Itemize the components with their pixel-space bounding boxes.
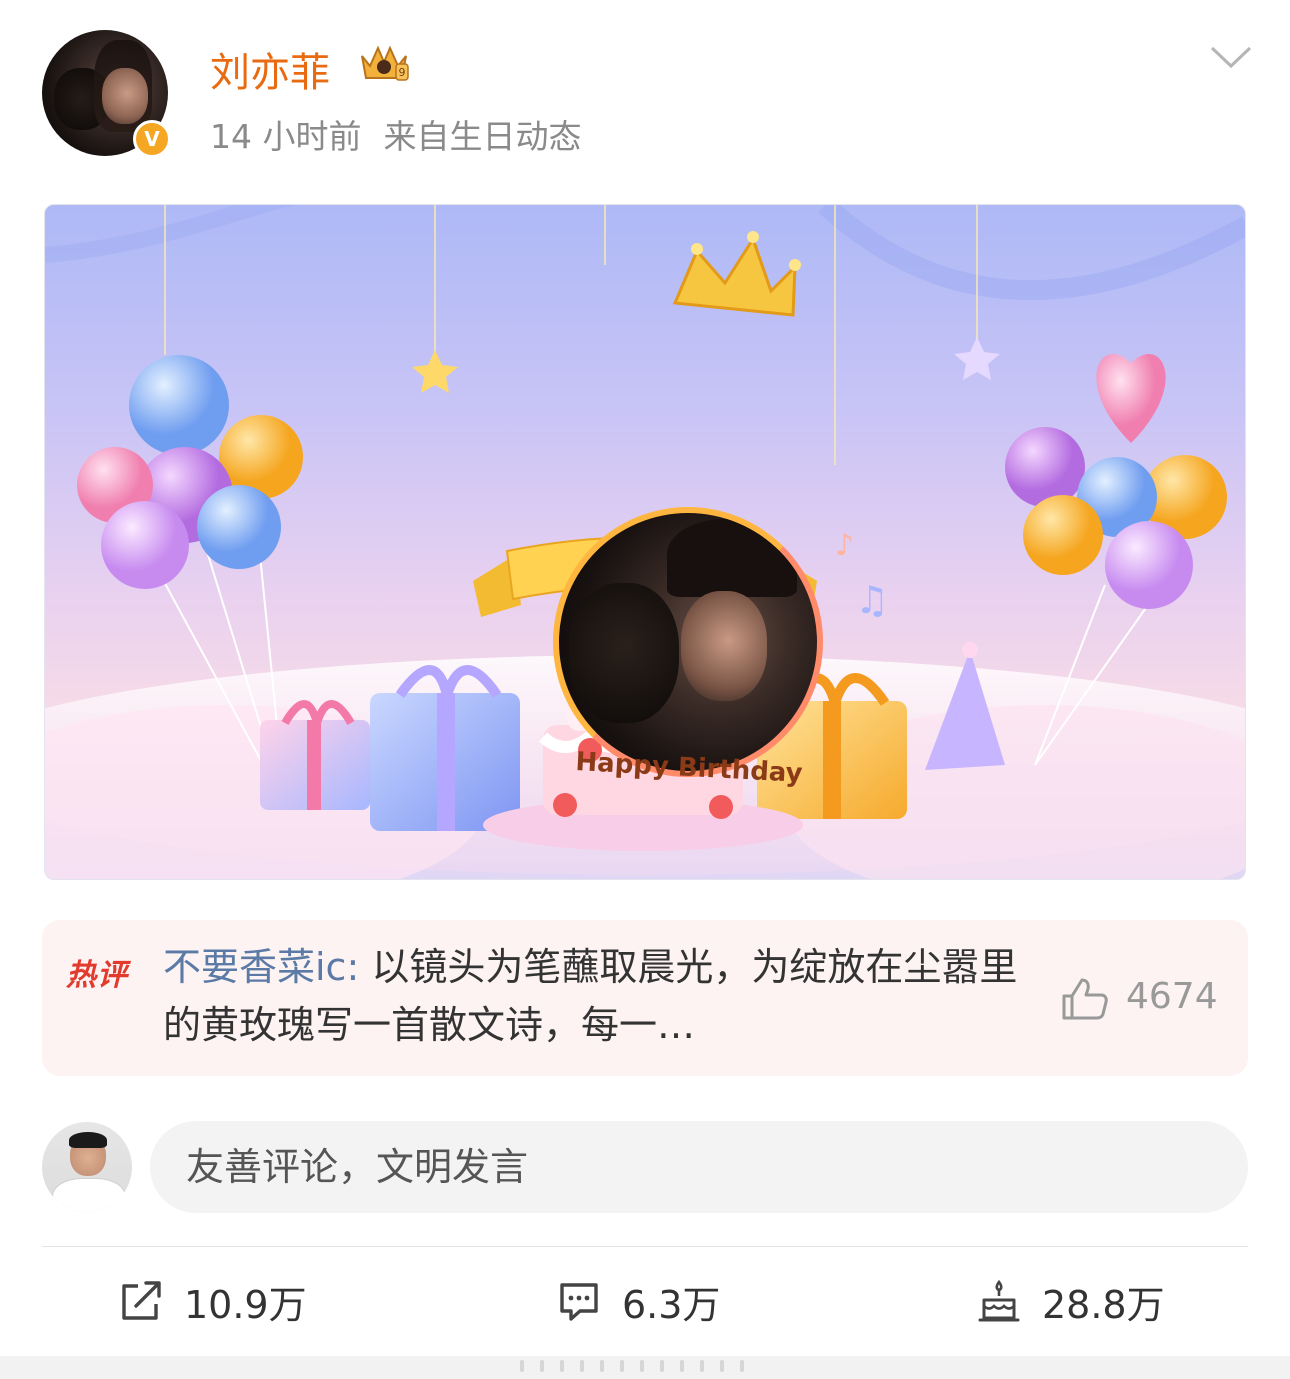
comment-input[interactable] [150,1121,1248,1213]
comment-icon [560,1283,598,1321]
repost-icon [122,1281,161,1320]
crown-badge-icon[interactable]: 9 [356,40,412,86]
post-time: 14 小时前 [210,117,362,156]
comment-count: 6.3万 [622,1282,721,1327]
like-count: 28.8万 [1042,1282,1165,1327]
post-source[interactable]: 来自生日动态 [383,117,581,156]
hot-comment-badge: 热评 [66,958,128,993]
repost-button[interactable]: 10.9万 [118,1276,307,1327]
thumbs-up-icon[interactable] [1060,976,1110,1022]
cake-like-icon [978,1279,1020,1322]
divider [42,1246,1248,1247]
author-name[interactable]: 刘亦菲 [210,40,330,98]
svg-text:9: 9 [399,66,406,79]
birthday-avatar-photo [553,507,823,777]
like-button[interactable]: 28.8万 [976,1276,1165,1327]
chevron-down-icon[interactable] [1208,42,1254,72]
post-meta: 14 小时前 来自生日动态 [210,110,581,158]
repost-count: 10.9万 [184,1282,307,1327]
svg-text:♪: ♪ [835,528,854,563]
hot-comment-like-count: 4674 [1126,976,1218,1017]
svg-text:♫: ♫ [855,578,889,622]
hot-comment-text[interactable]: 不要香菜ic: 以镜头为笔蘸取晨光，为绽放在尘嚣里的黄玫瑰写一首散文诗，每一… [163,938,1023,1054]
birthday-card[interactable]: ♪ ♫ Happy Birthday [44,204,1246,880]
comment-button[interactable]: 6.3万 [556,1276,721,1327]
current-user-avatar[interactable] [42,1122,132,1212]
hot-comment-author[interactable]: 不要香菜ic: [163,945,359,989]
bottom-strip-marks [520,1360,770,1372]
verified-badge: V [133,120,171,158]
